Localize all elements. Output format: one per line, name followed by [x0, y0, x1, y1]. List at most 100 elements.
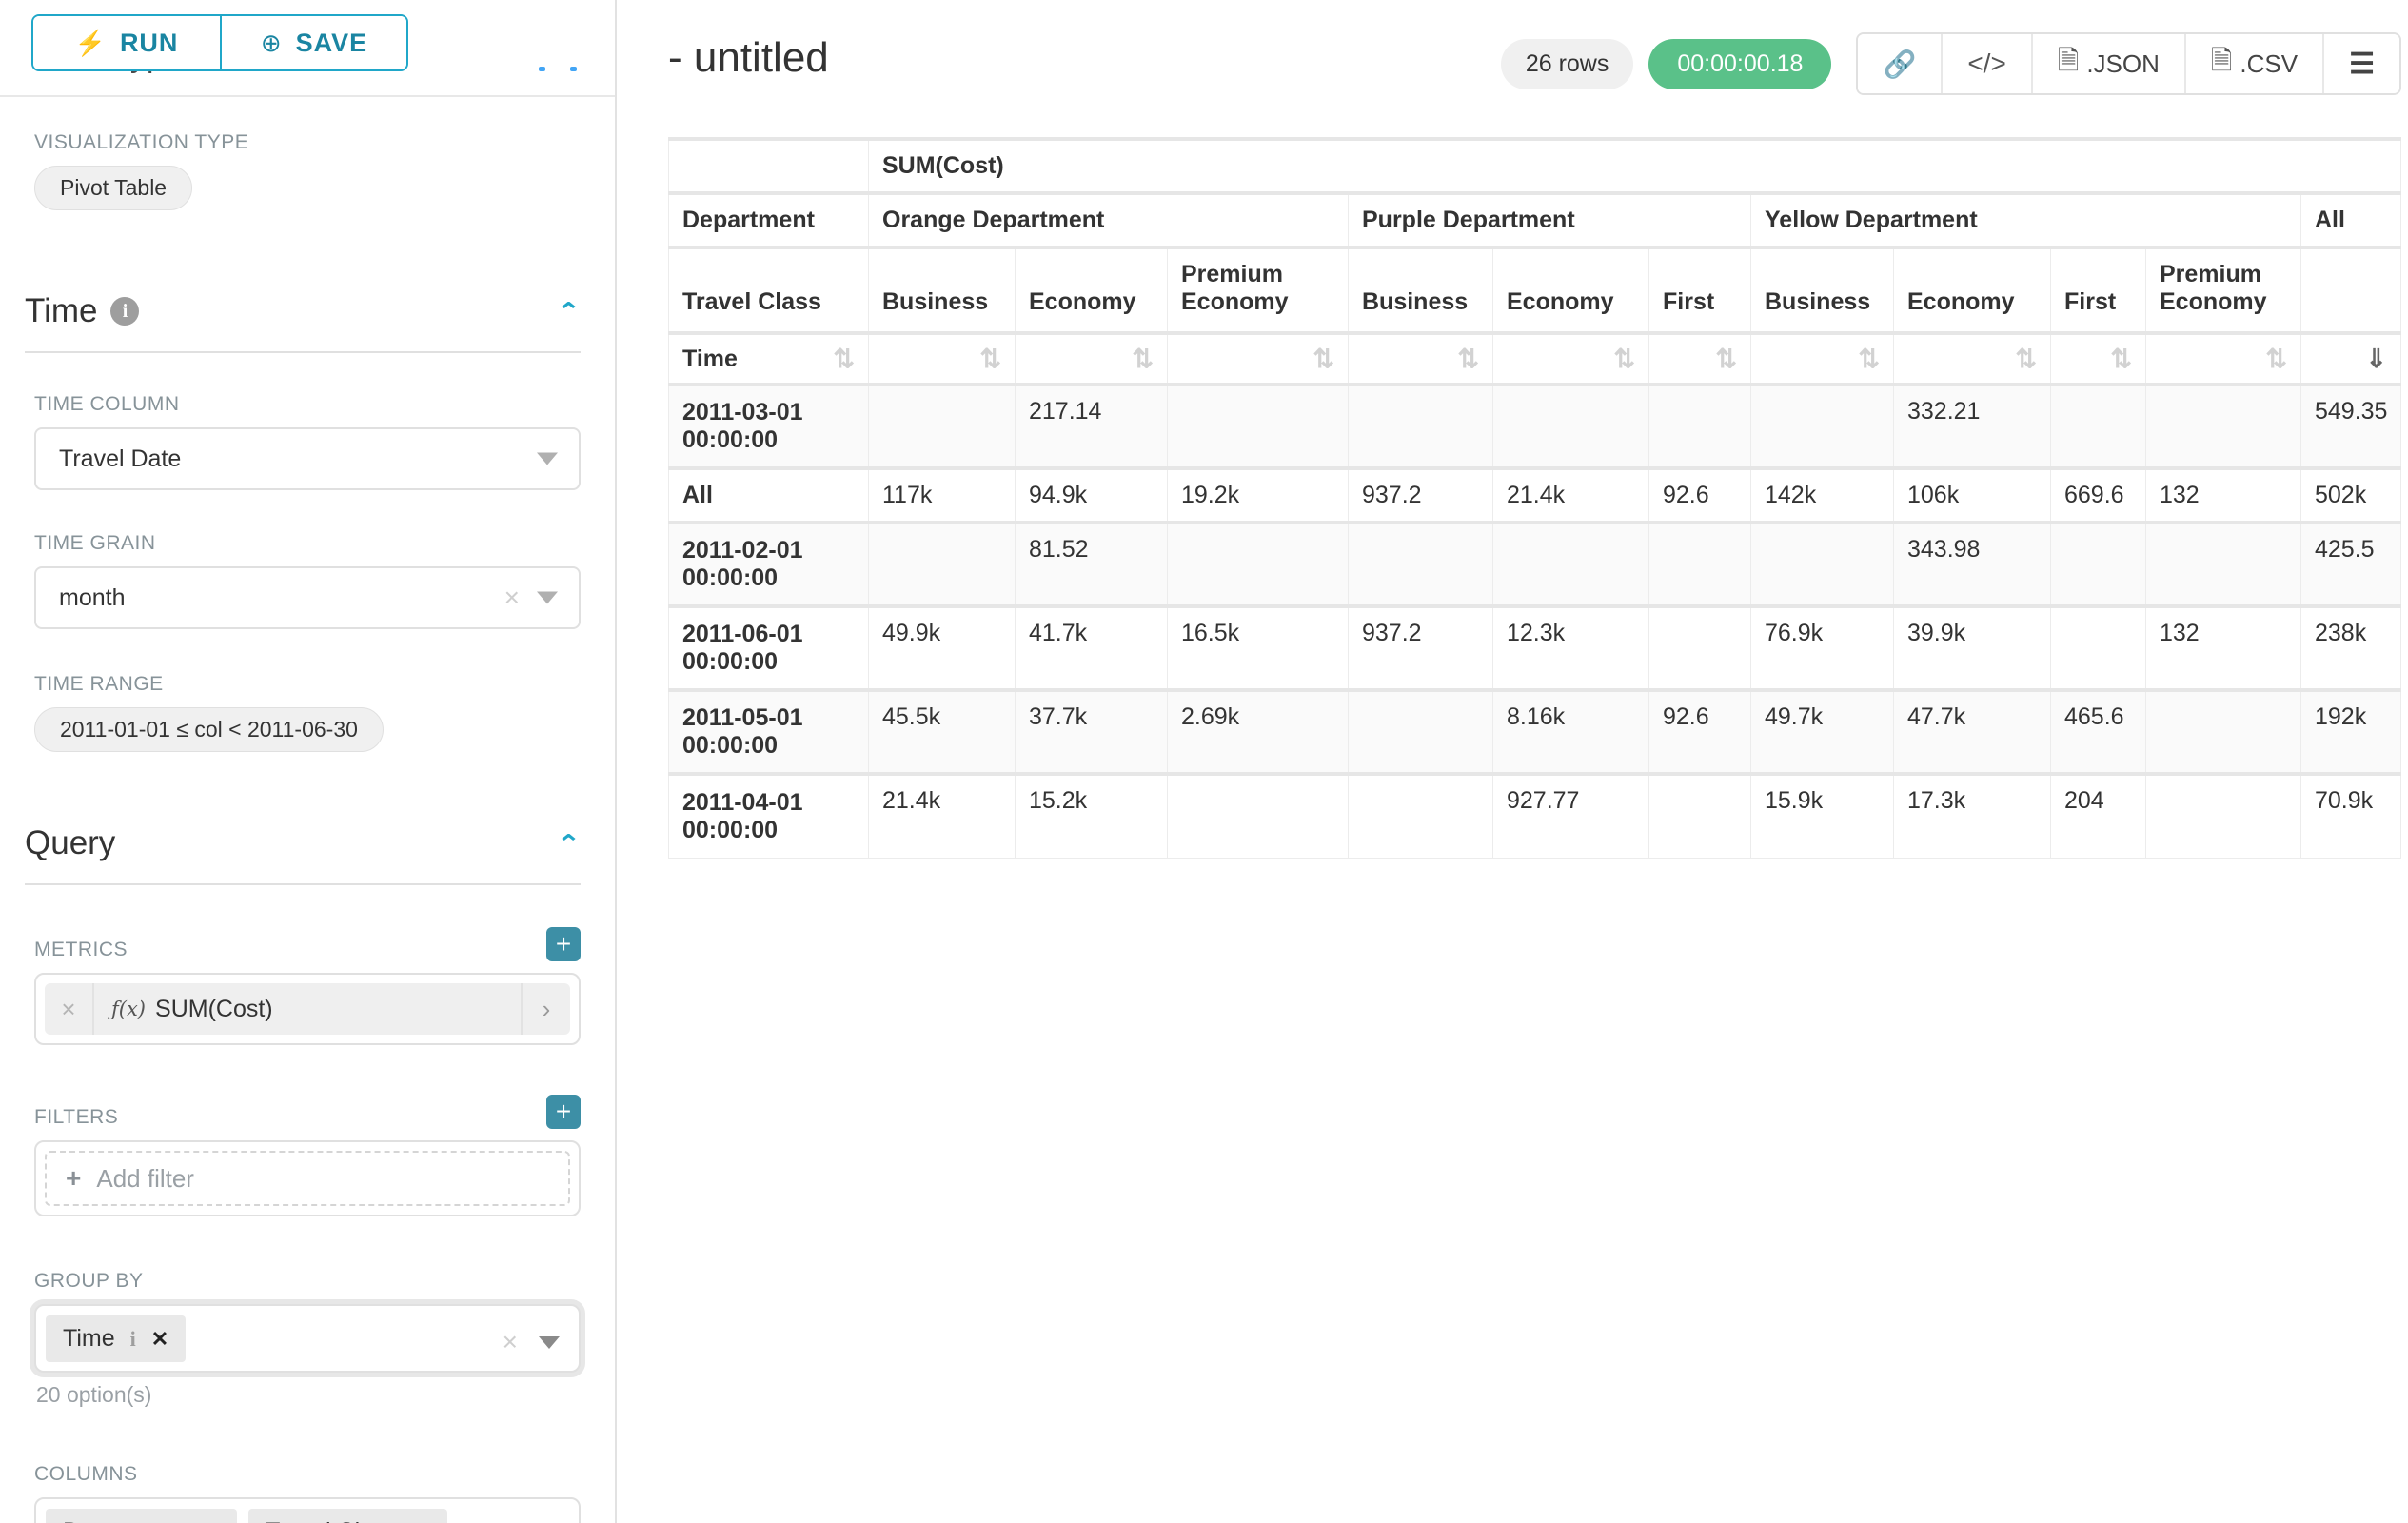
time-column-value: Travel Date — [59, 445, 181, 473]
sortable-column-header[interactable]: ⇅ — [2146, 333, 2301, 385]
pivot-value-cell: 92.6 — [1649, 468, 1751, 523]
sort-toggle-icon[interactable]: ⇅ — [2110, 345, 2132, 374]
add-filter-button[interactable]: + — [546, 1095, 581, 1129]
row-label-cell: 2011-06-0100:00:00 — [669, 606, 869, 690]
chip-label: Department — [63, 1518, 188, 1523]
pivot-value-cell: 937.2 — [1349, 606, 1493, 690]
department-group-header: Yellow Department — [1751, 193, 2301, 247]
remove-metric-icon[interactable]: × — [45, 983, 94, 1035]
time-grain-select[interactable]: month × — [34, 566, 581, 629]
metric-chip-label: SUM(Cost) — [155, 996, 521, 1023]
row-label-cell: 2011-03-0100:00:00 — [669, 385, 869, 468]
sortable-column-header[interactable]: ⇅ — [1016, 333, 1168, 385]
sort-toggle-icon[interactable]: ⇅ — [1858, 345, 1880, 374]
sortable-column-header[interactable]: ⇅ — [1349, 333, 1493, 385]
travel-class-header — [2301, 247, 2401, 333]
run-button[interactable]: ⚡ RUN — [33, 16, 220, 69]
sort-toggle-icon[interactable]: ⇅ — [1457, 345, 1479, 374]
pivot-value-cell: 45.5k — [869, 690, 1016, 774]
clear-icon[interactable]: × — [504, 583, 520, 613]
info-icon[interactable]: i — [110, 297, 139, 326]
superset-explore-view: Chart Type ⚡ RUN ⊕ SAVE VISUALIZATION TY… — [0, 0, 2408, 1523]
add-filter-dropzone[interactable]: + Add filter — [45, 1151, 570, 1206]
pivot-value-cell: 70.9k — [2301, 774, 2401, 858]
export-toolbar: 🔗 </> 🗎 .JSON 🗎 .CSV ☰ — [1856, 32, 2401, 95]
collapse-time-section-chevron-icon[interactable]: ⌃ — [557, 298, 581, 325]
department-group-header: Orange Department — [869, 193, 1349, 247]
columns-select[interactable]: Department✕Travel Class✕ × — [34, 1497, 581, 1523]
pivot-value-cell: 76.9k — [1751, 606, 1894, 690]
sort-toggle-icon[interactable]: ⇅ — [1715, 345, 1737, 374]
group-by-label: GROUP BY — [34, 1270, 615, 1293]
time-row-header[interactable]: Time⇅ — [669, 333, 869, 385]
sort-toggle-icon[interactable]: ⇅ — [1313, 345, 1334, 374]
visualization-type-pill[interactable]: Pivot Table — [34, 166, 192, 210]
pivot-value-cell — [1349, 523, 1493, 606]
group-by-select[interactable]: Timei✕ × — [34, 1304, 581, 1373]
sortable-column-header[interactable]: ⇅ — [1894, 333, 2051, 385]
remove-chip-icon[interactable]: ✕ — [412, 1520, 429, 1523]
pivot-data-row: 2011-03-0100:00:00217.14332.21549.35 — [669, 385, 2401, 468]
time-grain-value: month — [59, 584, 125, 612]
sortable-column-header[interactable]: ⇅ — [1751, 333, 1894, 385]
sortable-column-header[interactable]: ⇅ — [1649, 333, 1751, 385]
more-options-button[interactable]: ☰ — [2322, 34, 2399, 93]
columns-label: COLUMNS — [34, 1463, 615, 1486]
sortable-column-header[interactable]: ⇅ — [1493, 333, 1649, 385]
group-by-options-hint: 20 option(s) — [36, 1382, 615, 1408]
selected-option-chip[interactable]: Department ✕ — [46, 1509, 237, 1523]
time-section-title: Time i — [25, 292, 139, 330]
selected-option-chip[interactable]: Travel Class ✕ — [248, 1509, 446, 1523]
filters-control: + Add filter — [34, 1140, 581, 1216]
travel-class-header: Economy — [1493, 247, 1649, 333]
view-query-button[interactable]: </> — [1941, 34, 2030, 93]
export-csv-button[interactable]: 🗎 .CSV — [2184, 34, 2322, 93]
pivot-value-cell: 132 — [2146, 606, 2301, 690]
remove-chip-icon[interactable]: ✕ — [203, 1520, 220, 1523]
sort-toggle-icon[interactable]: ⇅ — [1132, 345, 1154, 374]
pivot-value-cell: 94.9k — [1016, 468, 1168, 523]
travel-class-header: Economy — [1016, 247, 1168, 333]
sortable-column-header[interactable]: ⇓ — [2301, 333, 2401, 385]
copy-link-button[interactable]: 🔗 — [1858, 34, 1941, 93]
metrics-control: × ƒ(x) SUM(Cost) › — [34, 973, 581, 1045]
sort-descending-active-icon[interactable]: ⇓ — [2365, 345, 2387, 374]
pivot-value-cell: 927.77 — [1493, 774, 1649, 858]
hamburger-menu-icon: ☰ — [2349, 48, 2375, 81]
pivot-value-cell: 937.2 — [1349, 468, 1493, 523]
export-json-label: .JSON — [2086, 49, 2160, 79]
time-column-select[interactable]: Travel Date — [34, 427, 581, 490]
add-metric-button[interactable]: + — [546, 927, 581, 961]
sort-toggle-icon[interactable]: ⇅ — [979, 345, 1001, 374]
travel-class-header: Economy — [1894, 247, 2051, 333]
clear-icon[interactable]: × — [503, 1327, 518, 1357]
pivot-value-cell — [2051, 385, 2146, 468]
pivot-value-cell — [1493, 385, 1649, 468]
sort-toggle-icon[interactable]: ⇅ — [2015, 345, 2037, 374]
selected-option-chip[interactable]: Timei✕ — [46, 1315, 186, 1362]
sort-toggle-icon[interactable]: ⇅ — [833, 345, 855, 374]
pivot-value-cell: 217.14 — [1016, 385, 1168, 468]
controls-scroll-area: VISUALIZATION TYPE Pivot Table Time i ⌃ … — [0, 131, 615, 1523]
chart-title[interactable]: - untitled — [668, 34, 829, 82]
export-json-button[interactable]: 🗎 .JSON — [2031, 34, 2184, 93]
pivot-value-cell — [1493, 523, 1649, 606]
file-json-icon: 🗎 — [2058, 41, 2080, 87]
sortable-column-header[interactable]: ⇅ — [2051, 333, 2146, 385]
pivot-value-cell: 49.9k — [869, 606, 1016, 690]
collapse-query-section-chevron-icon[interactable]: ⌃ — [557, 830, 581, 857]
sortable-column-header[interactable]: ⇅ — [1168, 333, 1349, 385]
remove-chip-icon[interactable]: ✕ — [151, 1327, 168, 1352]
sortable-column-header[interactable]: ⇅ — [869, 333, 1016, 385]
sort-toggle-icon[interactable]: ⇅ — [2265, 345, 2287, 374]
metric-chip[interactable]: × ƒ(x) SUM(Cost) › — [45, 983, 570, 1035]
time-range-pill[interactable]: 2011-01-01 ≤ col < 2011-06-30 — [34, 707, 384, 752]
pivot-value-cell — [2051, 523, 2146, 606]
time-column-label: TIME COLUMN — [34, 393, 615, 416]
info-icon[interactable]: i — [130, 1327, 136, 1352]
chevron-right-icon[interactable]: › — [521, 983, 570, 1035]
save-button[interactable]: ⊕ SAVE — [220, 16, 406, 69]
panel-drag-handle[interactable] — [539, 67, 577, 71]
chip-label: Travel Class — [266, 1518, 397, 1523]
sort-toggle-icon[interactable]: ⇅ — [1613, 345, 1635, 374]
